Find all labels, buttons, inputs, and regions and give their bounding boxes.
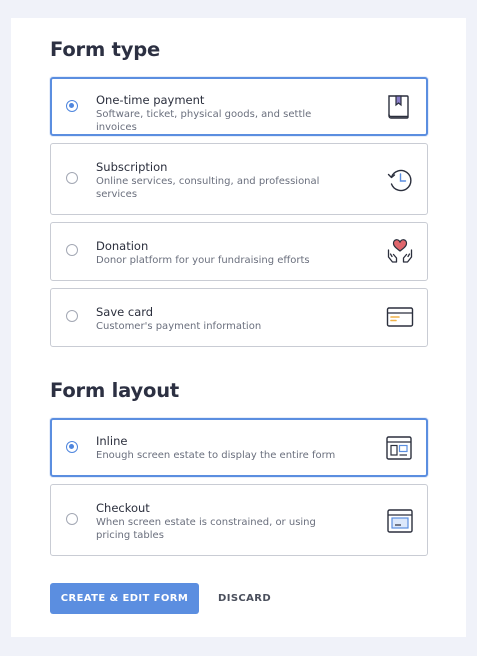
option-one-time-payment[interactable]: One-time payment Software, ticket, physi… xyxy=(50,77,428,136)
option-checkout[interactable]: Checkout When screen estate is constrain… xyxy=(50,484,428,556)
book-icon xyxy=(384,92,414,122)
heart-hands-icon xyxy=(385,236,415,266)
radio-subscription[interactable] xyxy=(66,172,78,184)
option-subscription[interactable]: Subscription Online services, consulting… xyxy=(50,143,428,215)
option-inline[interactable]: Inline Enough screen estate to display t… xyxy=(50,418,428,477)
credit-card-icon xyxy=(385,302,415,332)
form-type-heading: Form type xyxy=(50,38,161,61)
option-title: Subscription xyxy=(96,160,168,174)
radio-save-card[interactable] xyxy=(66,310,78,322)
checkout-window-icon xyxy=(385,506,415,536)
option-description: Customer's payment information xyxy=(96,321,262,332)
radio-donation[interactable] xyxy=(66,244,78,256)
form-settings-panel: Form type One-time payment Software, tic… xyxy=(11,18,466,637)
option-description: Software, ticket, physical goods, and se… xyxy=(96,109,312,133)
create-edit-form-button[interactable]: CREATE & EDIT FORM xyxy=(50,583,199,614)
option-title: Donation xyxy=(96,239,149,253)
history-clock-icon xyxy=(385,165,415,195)
option-description: When screen estate is constrained, or us… xyxy=(96,517,316,541)
option-save-card[interactable]: Save card Customer's payment information xyxy=(50,288,428,347)
radio-inline[interactable] xyxy=(66,441,78,453)
radio-one-time-payment[interactable] xyxy=(66,100,78,112)
radio-checkout[interactable] xyxy=(66,513,78,525)
option-title: Save card xyxy=(96,305,154,319)
inline-layout-icon xyxy=(384,433,414,463)
discard-button[interactable]: DISCARD xyxy=(214,583,275,614)
option-title: Inline xyxy=(96,434,128,448)
form-layout-heading: Form layout xyxy=(50,379,180,402)
option-description: Donor platform for your fundraising effo… xyxy=(96,255,310,266)
option-donation[interactable]: Donation Donor platform for your fundrai… xyxy=(50,222,428,281)
option-description: Enough screen estate to display the enti… xyxy=(96,450,336,461)
option-title: One-time payment xyxy=(96,93,205,107)
option-title: Checkout xyxy=(96,501,150,515)
option-description: Online services, consulting, and profess… xyxy=(96,176,320,200)
